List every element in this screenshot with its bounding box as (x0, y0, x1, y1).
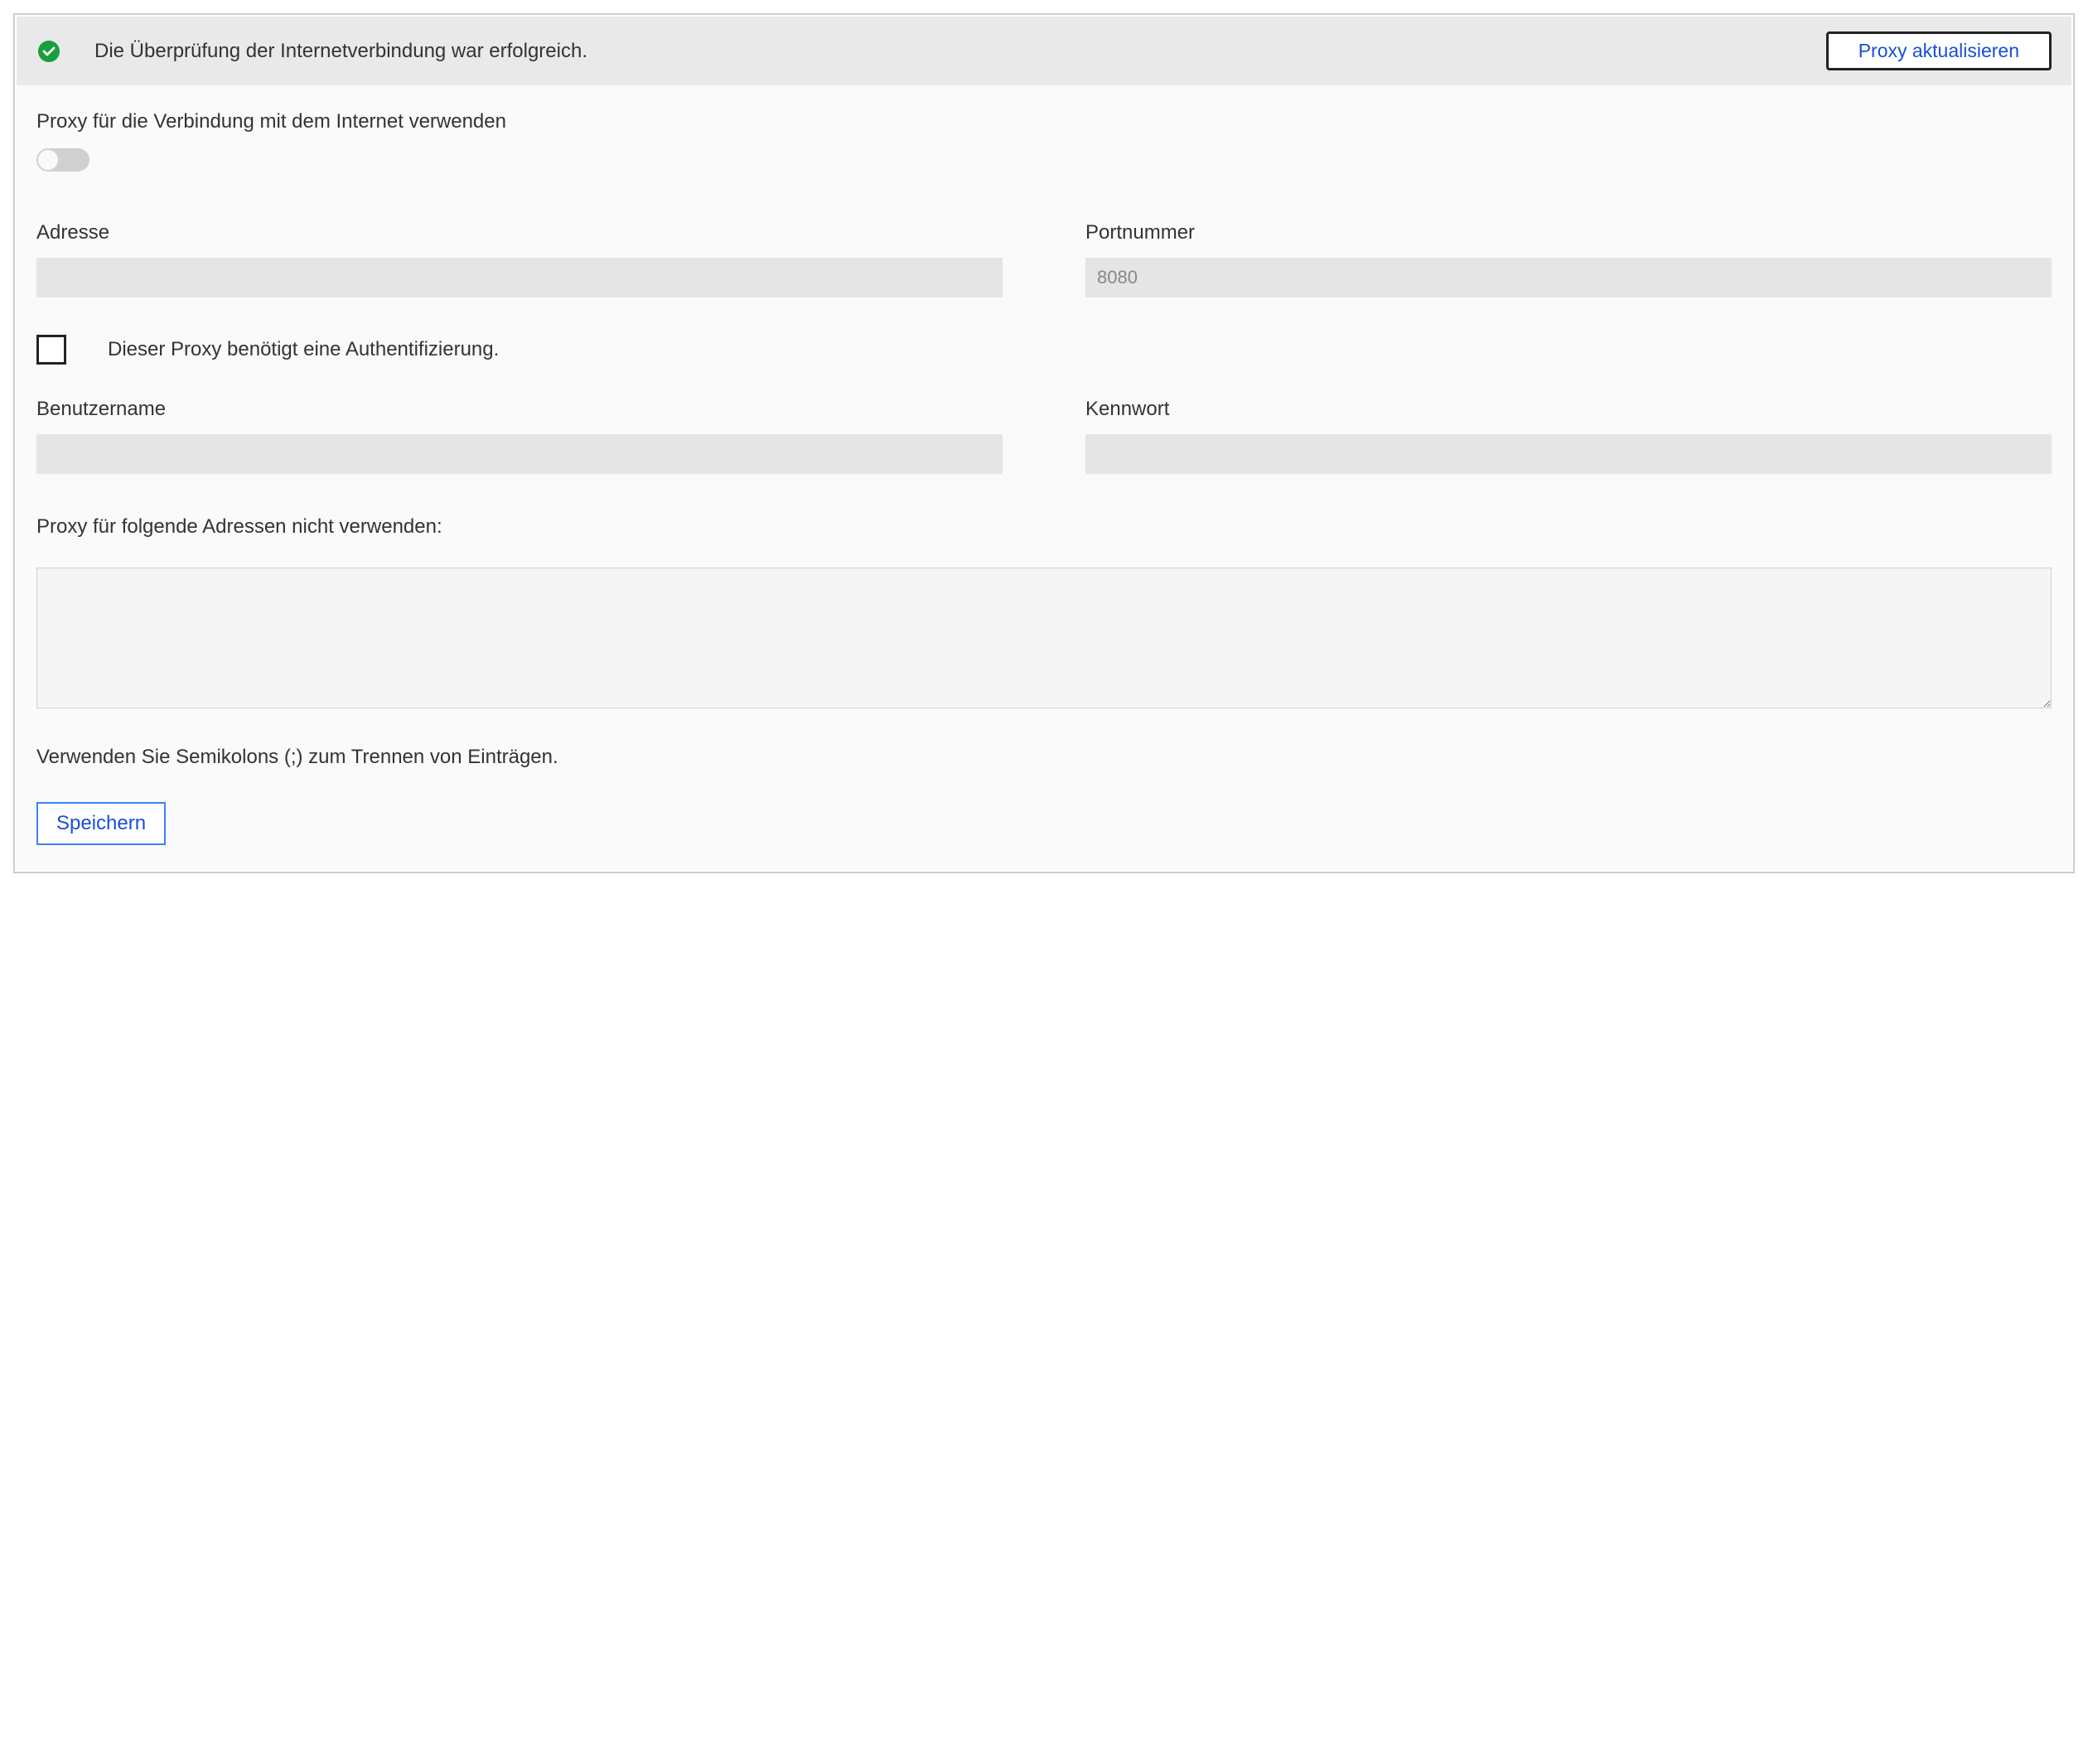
proxy-settings-panel: Die Überprüfung der Internetverbindung w… (17, 17, 2071, 870)
username-col: Benutzername (36, 398, 1003, 474)
content-area: Proxy für die Verbindung mit dem Interne… (17, 85, 2071, 870)
password-input[interactable] (1085, 434, 2052, 474)
port-col: Portnummer (1085, 221, 2052, 297)
username-input[interactable] (36, 434, 1003, 474)
status-bar: Die Überprüfung der Internetverbindung w… (17, 17, 2071, 85)
exclude-label: Proxy für folgende Adressen nicht verwen… (36, 515, 2052, 539)
password-col: Kennwort (1085, 398, 2052, 474)
address-col: Adresse (36, 221, 1003, 297)
address-label: Adresse (36, 221, 1003, 244)
password-label: Kennwort (1085, 398, 2052, 421)
exclude-addresses-textarea[interactable] (36, 568, 2052, 708)
auth-checkbox-label: Dieser Proxy benötigt eine Authentifizie… (108, 338, 499, 361)
use-proxy-toggle[interactable] (36, 148, 89, 172)
auth-checkbox-row: Dieser Proxy benötigt eine Authentifizie… (36, 335, 2052, 365)
use-proxy-label: Proxy für die Verbindung mit dem Interne… (36, 110, 2052, 133)
address-port-row: Adresse Portnummer (36, 221, 2052, 297)
status-message: Die Überprüfung der Internetverbindung w… (94, 40, 1793, 63)
port-input[interactable] (1085, 258, 2052, 297)
credentials-row: Benutzername Kennwort (36, 398, 2052, 474)
port-label: Portnummer (1085, 221, 2052, 244)
auth-required-checkbox[interactable] (36, 335, 66, 365)
panel-border: Die Überprüfung der Internetverbindung w… (13, 13, 2075, 873)
toggle-thumb (38, 150, 58, 170)
address-input[interactable] (36, 258, 1003, 297)
semicolon-hint: Verwenden Sie Semikolons (;) zum Trennen… (36, 746, 2052, 769)
username-label: Benutzername (36, 398, 1003, 421)
refresh-proxy-button[interactable]: Proxy aktualisieren (1826, 31, 2052, 70)
success-check-icon (36, 39, 61, 64)
save-button[interactable]: Speichern (36, 802, 166, 845)
